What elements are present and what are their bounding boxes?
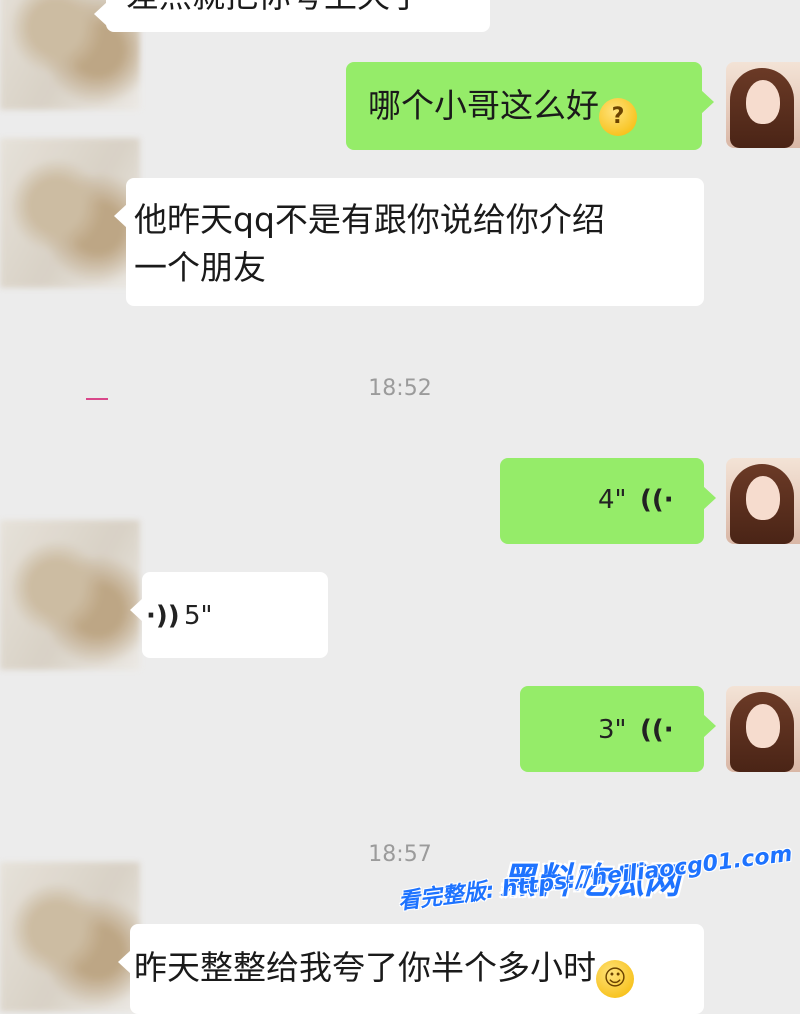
avatar-face xyxy=(746,704,780,748)
voice-wave-left-icon: ((· xyxy=(640,485,674,515)
chat-area: 差点就把你夸上天了 哪个小哥这么好? 他昨天qq不是有跟你说给你介绍 一个朋友 … xyxy=(0,0,800,1014)
message-text: 昨天整整给我夸了你半个多小时 xyxy=(134,948,596,987)
voice-duration: 5" xyxy=(184,601,213,631)
avatar-face xyxy=(746,476,780,520)
avatar-face xyxy=(746,80,780,124)
message-text: 他昨天qq不是有跟你说给你介绍 一个朋友 xyxy=(134,200,605,287)
outgoing-message[interactable]: 哪个小哥这么好? xyxy=(346,62,714,150)
voice-wave-right-icon: ·)) xyxy=(146,601,180,631)
voice-duration: 3" xyxy=(598,715,627,745)
contact-avatar[interactable] xyxy=(0,520,140,670)
outgoing-voice-message[interactable]: 4" ((· xyxy=(500,458,716,544)
my-avatar[interactable] xyxy=(726,458,800,544)
message-timestamp: 18:52 xyxy=(368,376,432,401)
voice-wave-left-icon: ((· xyxy=(640,715,674,745)
thinking-face-emoji-icon: ? xyxy=(599,98,637,136)
incoming-voice-message[interactable]: ·)) 5" xyxy=(130,572,328,658)
incoming-message[interactable]: 他昨天qq不是有跟你说给你介绍 一个朋友 xyxy=(114,178,704,306)
contact-avatar[interactable] xyxy=(0,862,140,1012)
grinning-face-emoji-icon: ☺ xyxy=(596,960,634,998)
incoming-message[interactable]: 差点就把你夸上天了 xyxy=(94,0,490,32)
message-text: 哪个小哥这么好 xyxy=(368,86,599,125)
voice-duration: 4" xyxy=(598,485,627,515)
my-avatar[interactable] xyxy=(726,62,800,148)
outgoing-voice-message[interactable]: 3" ((· xyxy=(520,686,716,772)
my-avatar[interactable] xyxy=(726,686,800,772)
message-text: 差点就把你夸上天了 xyxy=(126,0,470,16)
incoming-message[interactable]: 昨天整整给我夸了你半个多小时 ☺ xyxy=(118,924,704,1014)
